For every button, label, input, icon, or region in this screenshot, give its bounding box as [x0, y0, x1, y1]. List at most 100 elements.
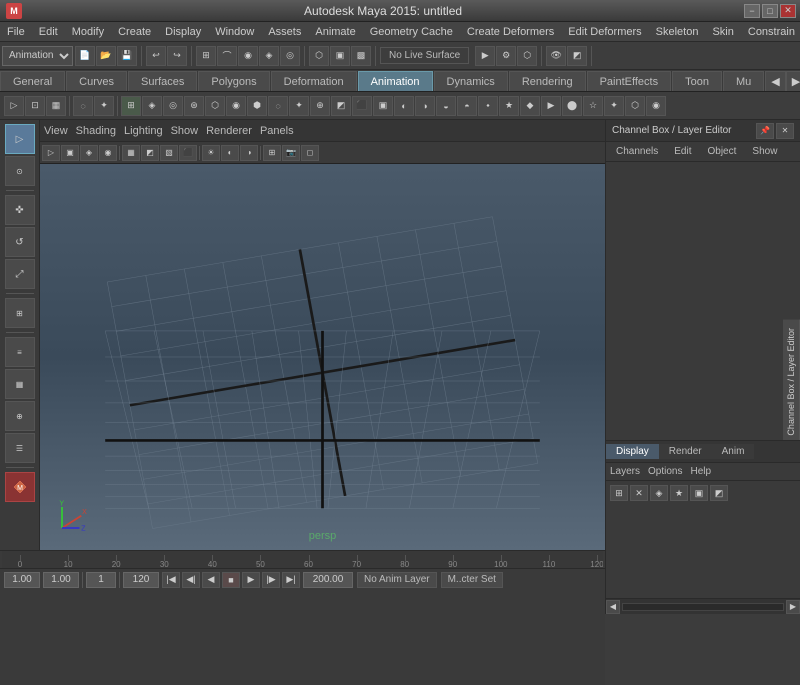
dra-options-menu[interactable]: Options — [648, 466, 682, 477]
layer-opt4-btn[interactable]: ◩ — [710, 485, 728, 501]
menu-skeleton[interactable]: Skeleton — [649, 24, 706, 40]
tab-general[interactable]: General — [0, 71, 65, 91]
anim-icon-15[interactable]: ◑ — [415, 96, 435, 116]
rp-tab-show[interactable]: Show — [746, 145, 783, 158]
anim-icon-21[interactable]: ▶ — [541, 96, 561, 116]
rotate-tool-btn[interactable]: ↺ — [5, 227, 35, 257]
current-frame-display[interactable] — [43, 572, 79, 588]
anim-icon-23[interactable]: ☆ — [583, 96, 603, 116]
vp-cam-btn[interactable]: 📷 — [282, 145, 300, 161]
anim-icon-18[interactable]: ⬩ — [478, 96, 498, 116]
maya-home-btn[interactable]: M — [5, 472, 35, 502]
select-by-component-btn[interactable]: ▩ — [351, 46, 371, 66]
vp-shade2-btn[interactable]: ▧ — [160, 145, 178, 161]
vp-select-btn[interactable]: ▷ — [42, 145, 60, 161]
frame-number-input[interactable] — [86, 572, 116, 588]
vp-xray-btn[interactable]: ◑ — [240, 145, 258, 161]
anim-icon-2[interactable]: ◈ — [142, 96, 162, 116]
vp-light-btn[interactable]: ☀ — [202, 145, 220, 161]
create-layer-btn[interactable]: ⊞ — [610, 485, 628, 501]
select-by-hierarchy-btn[interactable]: ⬡ — [309, 46, 329, 66]
menu-skin[interactable]: Skin — [705, 24, 740, 40]
viewport[interactable]: View Shading Lighting Show Renderer Pane… — [40, 120, 605, 550]
tab-surfaces[interactable]: Surfaces — [128, 71, 197, 91]
channel-box-side-tab[interactable]: Channel Box / Layer Editor — [783, 320, 800, 444]
redo-btn[interactable]: ↪ — [167, 46, 187, 66]
anim-icon-4[interactable]: ⊛ — [184, 96, 204, 116]
play-back-btn[interactable]: ◀ — [202, 572, 220, 588]
scroll-track[interactable] — [622, 603, 784, 611]
tab-curves[interactable]: Curves — [66, 71, 127, 91]
tab-scroll-right[interactable]: ▶ — [786, 71, 800, 91]
close-button[interactable]: ✕ — [780, 4, 796, 18]
tab-painteffects[interactable]: PaintEffects — [587, 71, 672, 91]
object-set-btn[interactable]: ◩ — [567, 46, 587, 66]
start-frame-input[interactable] — [4, 572, 40, 588]
vp-grid-btn[interactable]: ⊞ — [263, 145, 281, 161]
step-back-btn[interactable]: ◀| — [182, 572, 200, 588]
mode-dropdown[interactable]: Animation — [2, 46, 73, 66]
menu-animate[interactable]: Animate — [308, 24, 362, 40]
show-manip-btn[interactable]: ⊞ — [5, 298, 35, 328]
anim-icon-26[interactable]: ◉ — [646, 96, 666, 116]
show-hide-btn[interactable]: 👁 — [546, 46, 566, 66]
open-file-btn[interactable]: 📂 — [96, 46, 116, 66]
ipr-render-btn[interactable]: ⬡ — [517, 46, 537, 66]
vp-tex-btn[interactable]: ⬛ — [179, 145, 197, 161]
dra-anim-tab[interactable]: Anim — [712, 444, 755, 459]
snap-surface-btn[interactable]: ◈ — [259, 46, 279, 66]
vp-wire-btn[interactable]: ▣ — [61, 145, 79, 161]
layers-tool-btn2[interactable]: ▦ — [5, 369, 35, 399]
anim-icon-20[interactable]: ◆ — [520, 96, 540, 116]
end-frame-input[interactable] — [123, 572, 159, 588]
anim-icon-13[interactable]: ▣ — [373, 96, 393, 116]
tab-scroll-left[interactable]: ◀ — [765, 71, 785, 91]
delete-layer-btn[interactable]: ✕ — [630, 485, 648, 501]
tab-toon[interactable]: Toon — [672, 71, 722, 91]
menu-window[interactable]: Window — [208, 24, 261, 40]
anim-icon-11[interactable]: ◩ — [331, 96, 351, 116]
anim-icon-9[interactable]: ✦ — [289, 96, 309, 116]
anim-icon-12[interactable]: ⬛ — [352, 96, 372, 116]
snap-live-btn[interactable]: ◎ — [280, 46, 300, 66]
play-fwd-btn[interactable]: ▶ — [242, 572, 260, 588]
anim-icon-1[interactable]: ⊞ — [121, 96, 141, 116]
tab-dynamics[interactable]: Dynamics — [434, 71, 508, 91]
char-set-display[interactable]: M..cter Set — [441, 572, 503, 588]
go-to-end-btn[interactable]: ▶| — [282, 572, 300, 588]
dra-help-menu[interactable]: Help — [690, 466, 711, 477]
tab-deformation[interactable]: Deformation — [271, 71, 357, 91]
viewport-menu-show[interactable]: Show — [171, 125, 199, 137]
rp-tab-edit[interactable]: Edit — [668, 145, 697, 158]
dra-layers-menu[interactable]: Layers — [610, 466, 640, 477]
maximize-button[interactable]: □ — [762, 4, 778, 18]
anim-icon-6[interactable]: ◉ — [226, 96, 246, 116]
go-to-start-btn[interactable]: |◀ — [162, 572, 180, 588]
snap-point-btn[interactable]: ◉ — [238, 46, 258, 66]
vp-hud-btn[interactable]: ◻ — [301, 145, 319, 161]
menu-modify[interactable]: Modify — [65, 24, 111, 40]
scroll-right-btn[interactable]: ▶ — [786, 600, 800, 614]
anim-icon-24[interactable]: ✦ — [604, 96, 624, 116]
layer-opt3-btn[interactable]: ▣ — [690, 485, 708, 501]
vp-shadow-btn[interactable]: ◐ — [221, 145, 239, 161]
timeline-ruler[interactable]: 0 10 20 30 40 50 60 70 — [2, 551, 603, 569]
rp-close-btn[interactable]: ✕ — [776, 123, 794, 139]
vp-shade-btn[interactable]: ◩ — [141, 145, 159, 161]
move-tool-btn[interactable]: ✜ — [5, 195, 35, 225]
vp-smooth2-btn[interactable]: ◉ — [99, 145, 117, 161]
rp-pin-btn[interactable]: 📌 — [756, 123, 774, 139]
undo-btn[interactable]: ↩ — [146, 46, 166, 66]
layers-tool-btn[interactable]: ≡ — [5, 337, 35, 367]
menu-geocache[interactable]: Geometry Cache — [363, 24, 460, 40]
anim-icon-17[interactable]: ◓ — [457, 96, 477, 116]
rp-tab-object[interactable]: Object — [702, 145, 743, 158]
anim-icon-7[interactable]: ⬢ — [247, 96, 267, 116]
menu-edit-deformers[interactable]: Edit Deformers — [561, 24, 648, 40]
scroll-left-btn[interactable]: ◀ — [606, 600, 620, 614]
anim-icon-3[interactable]: ◎ — [163, 96, 183, 116]
tab-polygons[interactable]: Polygons — [198, 71, 269, 91]
live-surface-btn[interactable]: No Live Surface — [380, 47, 469, 64]
viewport-menu-lighting[interactable]: Lighting — [124, 125, 163, 137]
viewport-menu-panels[interactable]: Panels — [260, 125, 294, 137]
